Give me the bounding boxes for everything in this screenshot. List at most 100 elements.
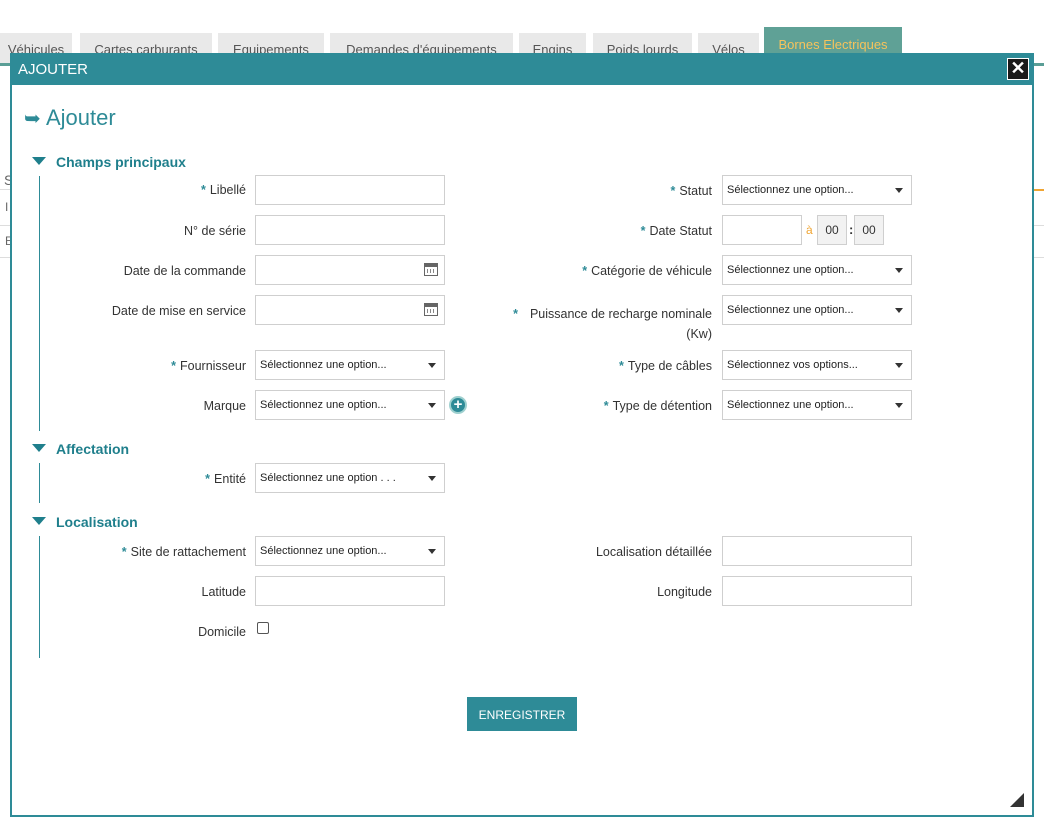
select-value: Sélectionnez une option... [260, 545, 387, 557]
domicile-checkbox[interactable] [257, 622, 269, 634]
required-star-icon: * [205, 472, 211, 486]
label-text: Localisation détaillée [595, 545, 712, 559]
chevron-down-icon [428, 363, 436, 368]
section-title-text: Localisation [56, 514, 138, 530]
required-star-icon: * [640, 224, 646, 238]
resize-handle-icon[interactable] [1010, 793, 1024, 807]
label-text: Site de rattachement [130, 545, 246, 559]
modal-header: AJOUTER ✕ [12, 55, 1032, 85]
chevron-down-icon [428, 476, 436, 481]
required-star-icon: * [513, 307, 518, 321]
label-site: * Site de rattachement [122, 545, 246, 559]
page-title-text: Ajouter [46, 105, 116, 130]
required-star-icon: * [582, 264, 588, 278]
section-line [39, 463, 40, 503]
label-detention: * Type de détention [604, 399, 712, 413]
calendar-icon[interactable] [424, 263, 438, 276]
chevron-down-icon [895, 403, 903, 408]
label-cables: * Type de câbles [619, 359, 712, 373]
label-longitude: Longitude [657, 585, 712, 599]
label-text: Catégorie de véhicule [591, 264, 712, 278]
label-domicile: Domicile [198, 625, 246, 639]
label-categorie: * Catégorie de véhicule [582, 264, 712, 278]
background-accent [1033, 189, 1044, 191]
date-commande-input[interactable] [255, 255, 445, 285]
entite-select[interactable]: Sélectionnez une option . . . [255, 463, 445, 493]
collapse-triangle-icon [32, 157, 46, 165]
label-text: Date de mise en service [111, 304, 246, 318]
chevron-down-icon [895, 268, 903, 273]
latitude-input[interactable] [255, 576, 445, 606]
label-text: Type de câbles [627, 359, 712, 373]
select-value: Sélectionnez vos options... [727, 359, 858, 371]
select-value: Sélectionnez une option... [727, 184, 854, 196]
select-value: Sélectionnez une option... [727, 264, 854, 276]
label-libelle: * Libellé [201, 183, 246, 197]
statut-select[interactable]: Sélectionnez une option... [722, 175, 912, 205]
section-localisation[interactable]: Localisation [32, 514, 138, 530]
label-text: Latitude [201, 585, 246, 599]
label-text: Marque [203, 399, 246, 413]
select-value: Sélectionnez une option . . . [260, 472, 396, 484]
label-statut: * Statut [670, 184, 712, 198]
add-marque-plus-icon[interactable]: + [449, 396, 467, 414]
puissance-select[interactable]: Sélectionnez une option... [722, 295, 912, 325]
date-statut-input[interactable] [722, 215, 802, 245]
section-line [39, 536, 40, 658]
label-text: Puissance de recharge nominale [529, 307, 712, 321]
close-icon[interactable]: ✕ [1007, 58, 1029, 80]
libelle-input[interactable] [255, 175, 445, 205]
chevron-down-icon [428, 549, 436, 554]
label-text: Date Statut [649, 224, 712, 238]
time-separator: : [849, 222, 854, 237]
label-date-service: Date de mise en service [112, 304, 246, 318]
categorie-select[interactable]: Sélectionnez une option... [722, 255, 912, 285]
required-star-icon: * [121, 545, 127, 559]
label-text: Entité [214, 472, 246, 486]
label-fournisseur: * Fournisseur [171, 359, 246, 373]
section-title-text: Champs principaux [56, 154, 186, 170]
label-text: Libellé [209, 183, 246, 197]
required-star-icon: * [200, 183, 206, 197]
hour-input[interactable]: 00 [817, 215, 847, 245]
site-select[interactable]: Sélectionnez une option... [255, 536, 445, 566]
chevron-down-icon [895, 308, 903, 313]
section-line [39, 176, 40, 431]
label-text: Date de la commande [123, 264, 246, 278]
label-text: Fournisseur [180, 359, 246, 373]
collapse-triangle-icon [32, 517, 46, 525]
background-text: I [5, 200, 9, 214]
collapse-triangle-icon [32, 444, 46, 452]
minute-input[interactable]: 00 [854, 215, 884, 245]
longitude-input[interactable] [722, 576, 912, 606]
required-star-icon: * [619, 359, 624, 373]
label-text: Type de détention [612, 399, 712, 413]
loc-detail-input[interactable] [722, 536, 912, 566]
label-text: Statut [679, 184, 712, 198]
label-unit: (Kw) [686, 327, 712, 341]
arrow-icon: ➥ [24, 108, 41, 130]
label-entite: * Entité [205, 472, 246, 486]
section-champs-principaux[interactable]: Champs principaux [32, 154, 186, 170]
label-puissance: * Puissance de recharge nominale (Kw) [513, 304, 712, 344]
section-affectation[interactable]: Affectation [32, 441, 129, 457]
calendar-icon[interactable] [424, 303, 438, 316]
label-text: Domicile [198, 625, 246, 639]
page-title: ➥ Ajouter [24, 105, 116, 131]
required-star-icon: * [603, 399, 609, 413]
cables-select[interactable]: Sélectionnez vos options... [722, 350, 912, 380]
select-value: Sélectionnez une option... [260, 359, 387, 371]
select-value: Sélectionnez une option... [727, 304, 854, 316]
chevron-down-icon [428, 403, 436, 408]
select-value: Sélectionnez une option... [727, 399, 854, 411]
date-service-input[interactable] [255, 295, 445, 325]
label-loc-detail: Localisation détaillée [596, 545, 712, 559]
serie-input[interactable] [255, 215, 445, 245]
marque-select[interactable]: Sélectionnez une option... [255, 390, 445, 420]
modal-title: AJOUTER [18, 61, 89, 78]
fournisseur-select[interactable]: Sélectionnez une option... [255, 350, 445, 380]
section-title-text: Affectation [56, 441, 130, 457]
save-button[interactable]: ENREGISTRER [467, 697, 577, 731]
detention-select[interactable]: Sélectionnez une option... [722, 390, 912, 420]
time-prefix: à [806, 223, 813, 237]
